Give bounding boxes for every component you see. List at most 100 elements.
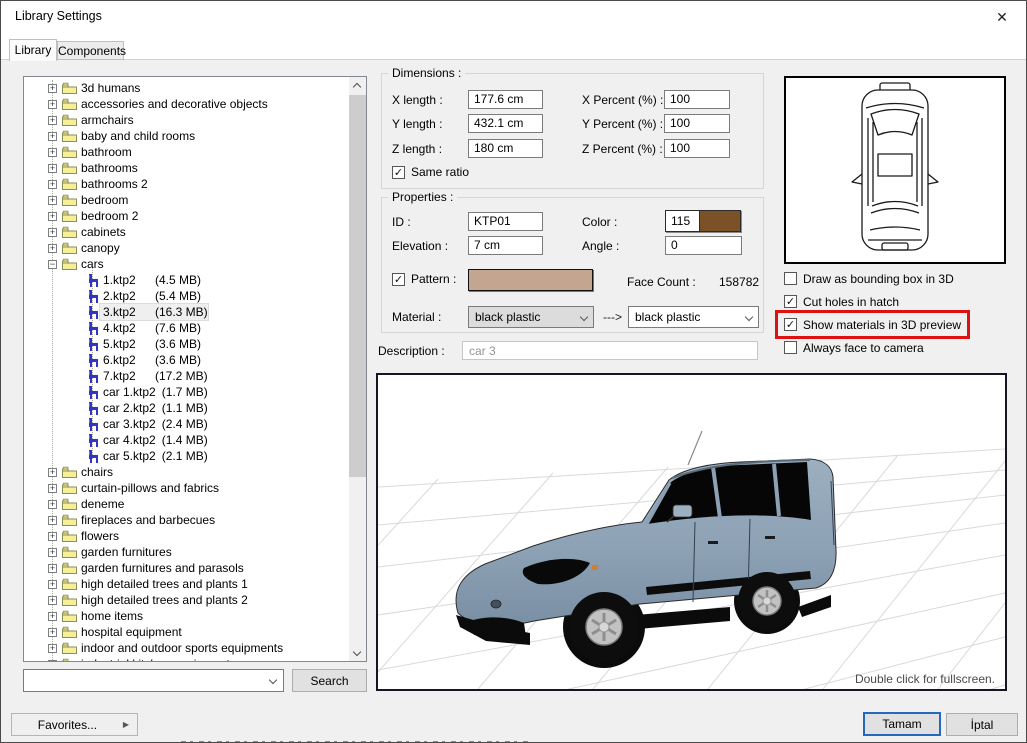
- tree-item[interactable]: car 4.ktp2(1.4 MB): [24, 432, 349, 448]
- tree-item[interactable]: +3d humans: [24, 80, 349, 96]
- tree-item[interactable]: +flowers: [24, 528, 349, 544]
- x-length-input[interactable]: 177.6 cm: [468, 90, 543, 109]
- tree-item[interactable]: +high detailed trees and plants 1: [24, 576, 349, 592]
- tab-library[interactable]: Library: [9, 39, 57, 61]
- z-length-input[interactable]: 180 cm: [468, 139, 543, 158]
- preview-3d[interactable]: Double click for fullscreen.: [376, 373, 1007, 691]
- tree-item[interactable]: car 2.ktp2(1.1 MB): [24, 400, 349, 416]
- tree-item[interactable]: +bedroom 2: [24, 208, 349, 224]
- expand-icon[interactable]: +: [48, 116, 57, 125]
- expand-icon[interactable]: +: [48, 100, 57, 109]
- expand-icon[interactable]: +: [48, 84, 57, 93]
- expand-icon[interactable]: +: [48, 468, 57, 477]
- z-length-label: Z length :: [392, 142, 442, 156]
- color-swatch: [700, 211, 740, 231]
- tree-item[interactable]: +curtain-pillows and fabrics: [24, 480, 349, 496]
- search-combobox[interactable]: [23, 669, 284, 692]
- scrollbar-down-icon[interactable]: [349, 644, 366, 661]
- expand-icon[interactable]: +: [48, 628, 57, 637]
- expand-icon[interactable]: +: [48, 180, 57, 189]
- tree-item[interactable]: −cars: [24, 256, 349, 272]
- color-picker[interactable]: 115: [665, 210, 741, 232]
- checkbox[interactable]: [784, 341, 797, 354]
- tree-item[interactable]: +accessories and decorative objects: [24, 96, 349, 112]
- tree-item[interactable]: 7.ktp2(17.2 MB): [24, 368, 349, 384]
- pattern-swatch[interactable]: [468, 269, 593, 291]
- tree-item[interactable]: car 3.ktp2(2.4 MB): [24, 416, 349, 432]
- tree-item[interactable]: +fireplaces and barbecues: [24, 512, 349, 528]
- tree-item[interactable]: +bedroom: [24, 192, 349, 208]
- cancel-button[interactable]: İptal: [946, 713, 1018, 736]
- description-input[interactable]: car 3: [462, 341, 758, 360]
- scrollbar-thumb[interactable]: [349, 95, 366, 477]
- favorites-button[interactable]: Favorites... ▶: [11, 713, 138, 736]
- id-input[interactable]: KTP01: [468, 212, 543, 231]
- tab-components[interactable]: Components: [57, 41, 124, 60]
- tree-item[interactable]: car 1.ktp2(1.7 MB): [24, 384, 349, 400]
- angle-input[interactable]: 0: [665, 236, 742, 255]
- tree-scrollbar[interactable]: [349, 77, 366, 661]
- expand-icon[interactable]: +: [48, 132, 57, 141]
- x-percent-input[interactable]: 100: [664, 90, 730, 109]
- pattern-checkbox[interactable]: ✓: [392, 273, 405, 286]
- tree-item[interactable]: +bathroom: [24, 144, 349, 160]
- y-percent-input[interactable]: 100: [664, 114, 730, 133]
- tree-item[interactable]: +high detailed trees and plants 2: [24, 592, 349, 608]
- y-length-input[interactable]: 432.1 cm: [468, 114, 543, 133]
- tree-item[interactable]: +baby and child rooms: [24, 128, 349, 144]
- tree-item[interactable]: +home items: [24, 608, 349, 624]
- expand-icon[interactable]: +: [48, 660, 57, 662]
- tree-item[interactable]: 3.ktp2(16.3 MB): [24, 304, 349, 320]
- close-icon[interactable]: ✕: [992, 7, 1012, 27]
- tree-item[interactable]: +garden furnitures: [24, 544, 349, 560]
- material-to-select[interactable]: black plastic: [628, 306, 759, 328]
- checkbox[interactable]: ✓: [784, 318, 797, 331]
- color-number: 115: [666, 211, 700, 231]
- expand-icon[interactable]: +: [48, 228, 57, 237]
- tree-item[interactable]: +bathrooms 2: [24, 176, 349, 192]
- expand-icon[interactable]: +: [48, 596, 57, 605]
- elevation-input[interactable]: 7 cm: [468, 236, 543, 255]
- checkbox[interactable]: [784, 272, 797, 285]
- folder-icon: [62, 530, 77, 542]
- tree-item[interactable]: +hospital equipment: [24, 624, 349, 640]
- expand-icon[interactable]: +: [48, 580, 57, 589]
- collapse-icon[interactable]: −: [48, 260, 57, 269]
- description-label: Description :: [378, 344, 445, 358]
- expand-icon[interactable]: +: [48, 212, 57, 221]
- expand-icon[interactable]: +: [48, 244, 57, 253]
- tree-item[interactable]: car 5.ktp2(2.1 MB): [24, 448, 349, 464]
- tree-item[interactable]: +canopy: [24, 240, 349, 256]
- tree-item[interactable]: 4.ktp2(7.6 MB): [24, 320, 349, 336]
- expand-icon[interactable]: +: [48, 500, 57, 509]
- expand-icon[interactable]: +: [48, 516, 57, 525]
- tree-item[interactable]: +chairs: [24, 464, 349, 480]
- ok-button[interactable]: Tamam: [863, 712, 941, 736]
- tree-item[interactable]: +garden furnitures and parasols: [24, 560, 349, 576]
- expand-icon[interactable]: +: [48, 612, 57, 621]
- tree-item[interactable]: 1.ktp2(4.5 MB): [24, 272, 349, 288]
- tree-item[interactable]: +bathrooms: [24, 160, 349, 176]
- tree-item[interactable]: 2.ktp2(5.4 MB): [24, 288, 349, 304]
- expand-icon[interactable]: +: [48, 148, 57, 157]
- z-percent-input[interactable]: 100: [664, 139, 730, 158]
- tree-item[interactable]: 6.ktp2(3.6 MB): [24, 352, 349, 368]
- tree-item[interactable]: +armchairs: [24, 112, 349, 128]
- expand-icon[interactable]: +: [48, 164, 57, 173]
- expand-icon[interactable]: +: [48, 548, 57, 557]
- tree-item[interactable]: +indoor and outdoor sports equipments: [24, 640, 349, 656]
- expand-icon[interactable]: +: [48, 484, 57, 493]
- tree-item[interactable]: +cabinets: [24, 224, 349, 240]
- checkbox[interactable]: ✓: [784, 295, 797, 308]
- material-from-select[interactable]: black plastic: [468, 306, 594, 328]
- expand-icon[interactable]: +: [48, 644, 57, 653]
- tree-item[interactable]: +deneme: [24, 496, 349, 512]
- expand-icon[interactable]: +: [48, 196, 57, 205]
- expand-icon[interactable]: +: [48, 532, 57, 541]
- tree-item[interactable]: 5.ktp2(3.6 MB): [24, 336, 349, 352]
- same-ratio-checkbox[interactable]: ✓: [392, 166, 405, 179]
- scrollbar-up-icon[interactable]: [349, 77, 366, 94]
- tree-item[interactable]: +industrial kitchen equipments: [24, 656, 349, 661]
- expand-icon[interactable]: +: [48, 564, 57, 573]
- search-button[interactable]: Search: [292, 669, 367, 692]
